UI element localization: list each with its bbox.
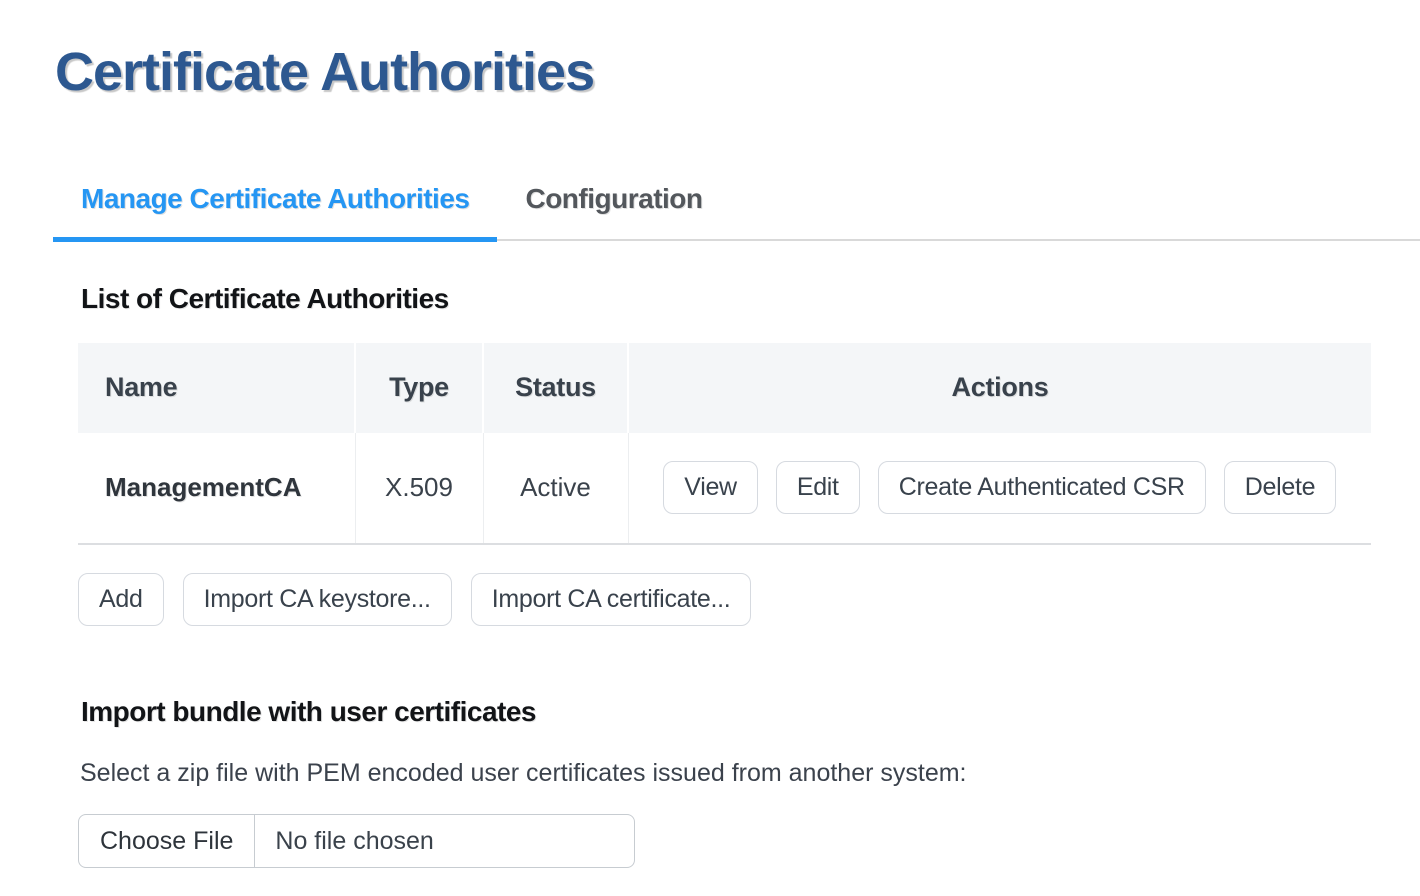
choose-file-button[interactable]: Choose File <box>79 815 255 867</box>
ca-list-toolbar: Add Import CA keystore... Import CA cert… <box>78 573 1420 626</box>
ca-list-heading: List of Certificate Authorities <box>81 283 1420 315</box>
ca-actions-group: View Edit Create Authenticated CSR Delet… <box>629 461 1372 514</box>
import-bundle-heading: Import bundle with user certificates <box>81 696 1420 728</box>
import-ca-certificate-button[interactable]: Import CA certificate... <box>471 573 752 626</box>
column-header-actions: Actions <box>628 343 1371 433</box>
tab-configuration[interactable]: Configuration <box>497 161 730 242</box>
column-header-status: Status <box>483 343 628 433</box>
import-ca-keystore-button[interactable]: Import CA keystore... <box>183 573 452 626</box>
view-button[interactable]: View <box>663 461 758 514</box>
file-chosen-status: No file chosen <box>255 815 433 867</box>
table-row: ManagementCA X.509 Active View Edit Crea… <box>78 433 1371 544</box>
ca-type-cell: X.509 <box>355 433 483 544</box>
ca-table: Name Type Status Actions ManagementCA X.… <box>78 343 1371 545</box>
import-bundle-description: Select a zip file with PEM encoded user … <box>80 758 1420 788</box>
add-button[interactable]: Add <box>78 573 164 626</box>
edit-button[interactable]: Edit <box>776 461 860 514</box>
page-title: Certificate Authorities <box>55 40 1420 105</box>
certificate-authorities-page: Certificate Authorities Manage Certifica… <box>0 40 1420 868</box>
column-header-type: Type <box>355 343 483 433</box>
column-header-name: Name <box>78 343 355 433</box>
ca-table-header-row: Name Type Status Actions <box>78 343 1371 433</box>
file-input[interactable]: Choose File No file chosen <box>78 814 635 868</box>
tab-bar: Manage Certificate Authorities Configura… <box>53 161 1420 241</box>
ca-actions-cell: View Edit Create Authenticated CSR Delet… <box>628 433 1371 544</box>
tab-manage-certificate-authorities[interactable]: Manage Certificate Authorities <box>53 161 497 242</box>
ca-name-cell: ManagementCA <box>78 433 355 544</box>
delete-button[interactable]: Delete <box>1224 461 1336 514</box>
ca-status-cell: Active <box>483 433 628 544</box>
create-authenticated-csr-button[interactable]: Create Authenticated CSR <box>878 461 1206 514</box>
